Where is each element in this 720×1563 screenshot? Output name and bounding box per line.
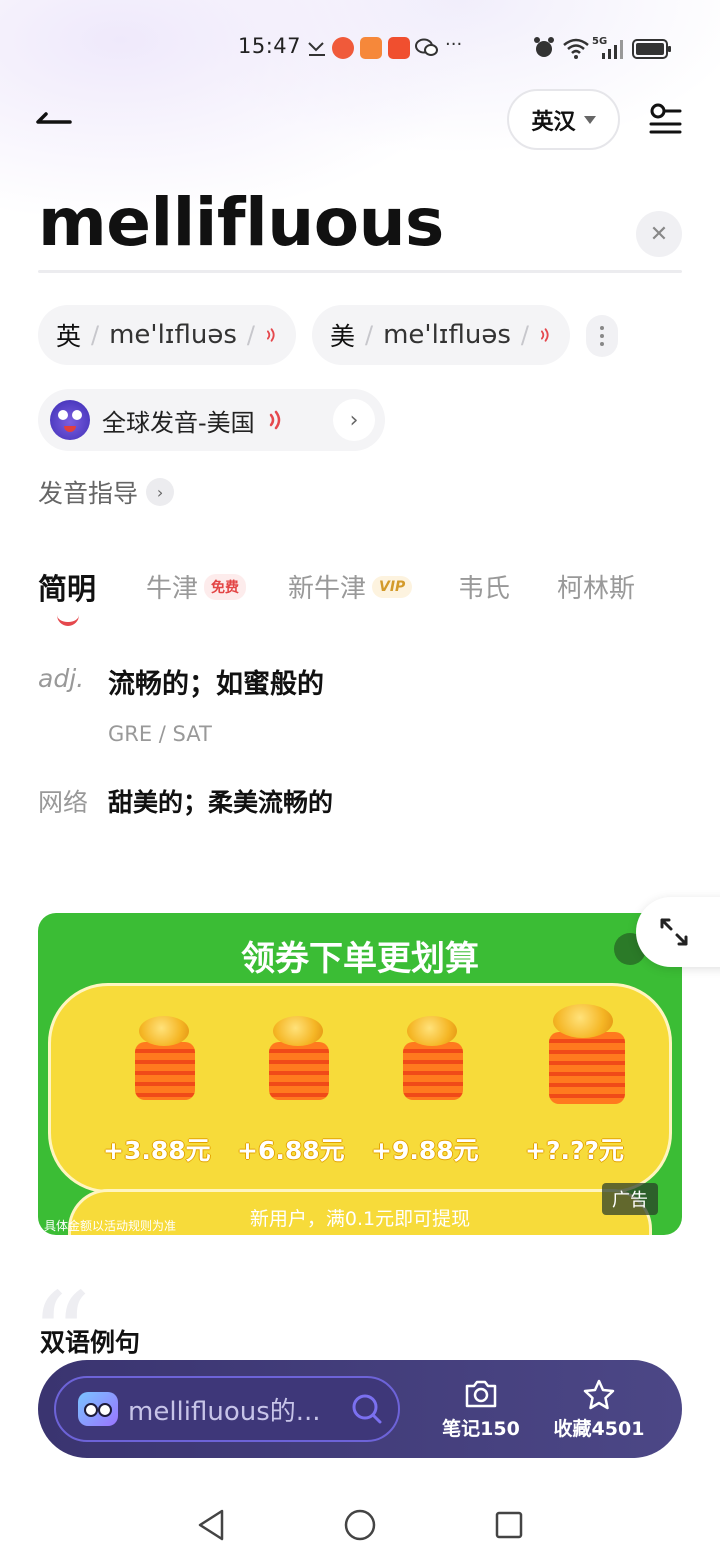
- speaker-icon[interactable]: [267, 409, 285, 431]
- language-selector[interactable]: 英汉: [507, 89, 620, 150]
- region-label: 美: [330, 322, 356, 351]
- nav-back-icon[interactable]: [196, 1508, 226, 1542]
- close-icon: ✕: [649, 221, 669, 247]
- ad-label: 广告: [602, 1183, 658, 1215]
- tab-label: 新牛津: [288, 574, 367, 604]
- search-query-text: mellifluous的...: [128, 1396, 321, 1427]
- back-arrow-icon: [36, 112, 72, 124]
- wechat-icon: [415, 37, 438, 59]
- ai-search-input[interactable]: mellifluous的...: [54, 1376, 400, 1442]
- app-notification-icon: [388, 37, 410, 59]
- tab-concise[interactable]: 简明: [38, 566, 96, 608]
- back-button[interactable]: [34, 100, 74, 136]
- ai-assistant-icon: [78, 1392, 118, 1426]
- ad-amount: +9.88元: [371, 1136, 479, 1165]
- free-badge: 免费: [204, 573, 247, 600]
- signal-icon: [602, 40, 623, 59]
- coin-stack-icon: [261, 1016, 331, 1100]
- network-definition-label: 网络: [38, 788, 89, 817]
- ipa-text: me'lɪfluəs: [383, 320, 511, 350]
- camera-note-icon: [465, 1380, 497, 1408]
- headword: mellifluous: [38, 184, 444, 261]
- tab-new-oxford[interactable]: 新牛津 VIP: [288, 568, 413, 605]
- ad-banner[interactable]: 领券下单更划算 +3.88元 +6.88元 +9.88元 +?.??元 新用户，…: [38, 913, 682, 1235]
- speaker-icon[interactable]: [539, 324, 552, 346]
- guide-label: 发音指导: [38, 479, 139, 508]
- ad-amount: +3.88元: [103, 1136, 211, 1165]
- alarm-icon: [534, 37, 554, 57]
- language-label: 英汉: [531, 109, 576, 135]
- part-of-speech: adj.: [38, 664, 85, 693]
- nav-recents-icon[interactable]: [494, 1510, 524, 1540]
- tab-oxford[interactable]: 牛津 免费: [146, 568, 247, 605]
- coin-stack-icon: [541, 1004, 627, 1104]
- status-bar: 15:47 ··· 5G: [0, 28, 720, 68]
- ad-title: 领券下单更划算: [241, 939, 479, 979]
- search-icon[interactable]: [350, 1392, 384, 1426]
- bottom-action-bar: mellifluous的... 笔记150 收藏4501: [38, 1360, 682, 1458]
- vip-badge: VIP: [372, 575, 413, 598]
- filter-icon: [649, 103, 682, 134]
- favorites-button[interactable]: 收藏4501: [544, 1378, 654, 1441]
- ad-coupon-card: +3.88元 +6.88元 +9.88元 +?.??元: [48, 983, 672, 1193]
- ad-amount: +?.??元: [525, 1136, 624, 1165]
- ipa-slash: /: [365, 321, 374, 349]
- pronunciation-guide-link[interactable]: 发音指导 ›: [38, 474, 175, 510]
- tab-webster[interactable]: 韦氏: [458, 568, 510, 605]
- notes-button[interactable]: 笔记150: [426, 1378, 536, 1441]
- global-pronunciation-label: 全球发音-美国: [102, 408, 255, 437]
- app-notification-icon: [360, 37, 382, 59]
- region-label: 英: [56, 322, 82, 351]
- tab-label: 牛津: [146, 574, 199, 604]
- system-navigation-bar: [0, 1490, 720, 1563]
- more-options-button[interactable]: [586, 315, 618, 357]
- ipa-text: me'lɪfluəs: [109, 320, 237, 350]
- coin-stack-icon: [127, 1016, 197, 1100]
- definition-text: 流畅的；如蜜般的: [108, 669, 324, 700]
- tab-label: 韦氏: [458, 574, 511, 604]
- battery-icon: [632, 39, 671, 59]
- ad-fine-print: 具体金额以活动规则为准: [44, 1219, 177, 1233]
- network-definition-text: 甜美的；柔美流畅的: [108, 788, 334, 817]
- clear-button[interactable]: ✕: [636, 211, 682, 257]
- chevron-right-icon[interactable]: ›: [333, 399, 375, 441]
- global-pronunciation-button[interactable]: 全球发音-美国 ›: [38, 389, 385, 451]
- ipa-slash: /: [520, 321, 529, 349]
- pronunciation-us[interactable]: 美 / me'lɪfluəs /: [312, 305, 570, 365]
- caret-down-icon: [583, 115, 596, 124]
- speaker-icon[interactable]: [265, 324, 278, 346]
- examples-title: 双语例句: [40, 1328, 141, 1357]
- status-time: 15:47: [238, 34, 302, 58]
- expand-button[interactable]: [636, 897, 720, 967]
- exam-tags: GRE / SAT: [108, 722, 212, 746]
- missed-call-icon: [306, 37, 328, 59]
- app-notification-icon: [332, 37, 354, 59]
- ipa-slash: /: [246, 321, 255, 349]
- ipa-slash: /: [91, 321, 100, 349]
- settings-button[interactable]: [648, 102, 682, 136]
- wifi-icon: [563, 38, 589, 59]
- pronunciation-uk[interactable]: 英 / me'lɪfluəs /: [38, 305, 296, 365]
- tab-label: 简明: [38, 572, 97, 606]
- favorites-label: 收藏4501: [553, 1418, 645, 1440]
- nav-home-icon[interactable]: [343, 1508, 377, 1542]
- ad-amount: +6.88元: [237, 1136, 345, 1165]
- coin-stack-icon: [395, 1016, 465, 1100]
- active-tab-indicator: [57, 612, 79, 626]
- headword-divider: [38, 270, 682, 273]
- notes-label: 笔记150: [442, 1418, 520, 1440]
- star-icon: [583, 1379, 615, 1410]
- tab-collins[interactable]: 柯林斯: [557, 568, 635, 605]
- chevron-right-icon: ›: [146, 478, 175, 506]
- expand-icon: [660, 918, 688, 946]
- tab-label: 柯林斯: [557, 574, 636, 604]
- more-notifications-icon: ···: [445, 34, 463, 55]
- mascot-avatar: [50, 400, 90, 440]
